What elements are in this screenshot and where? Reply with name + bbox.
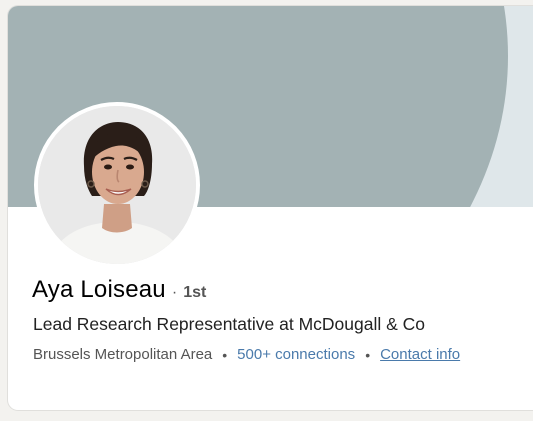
meta-separator: • xyxy=(365,346,371,363)
connections-link[interactable]: 500+ connections xyxy=(237,346,355,363)
profile-card: Aya Loiseau · 1st Lead Research Represen… xyxy=(8,6,533,410)
connection-degree: 1st xyxy=(183,284,207,301)
profile-avatar[interactable] xyxy=(34,102,200,268)
profile-name: Aya Loiseau xyxy=(32,276,166,303)
avatar-photo xyxy=(38,106,196,264)
profile-location: Brussels Metropolitan Area xyxy=(33,346,213,363)
contact-info-link[interactable]: Contact info xyxy=(380,346,460,363)
profile-headline: Lead Research Representative at McDougal… xyxy=(33,314,426,334)
meta-separator: • xyxy=(222,346,228,363)
degree-separator: · xyxy=(171,284,178,301)
name-row: Aya Loiseau · 1st xyxy=(32,276,206,304)
profile-meta: Brussels Metropolitan Area • 500+ connec… xyxy=(33,346,460,363)
